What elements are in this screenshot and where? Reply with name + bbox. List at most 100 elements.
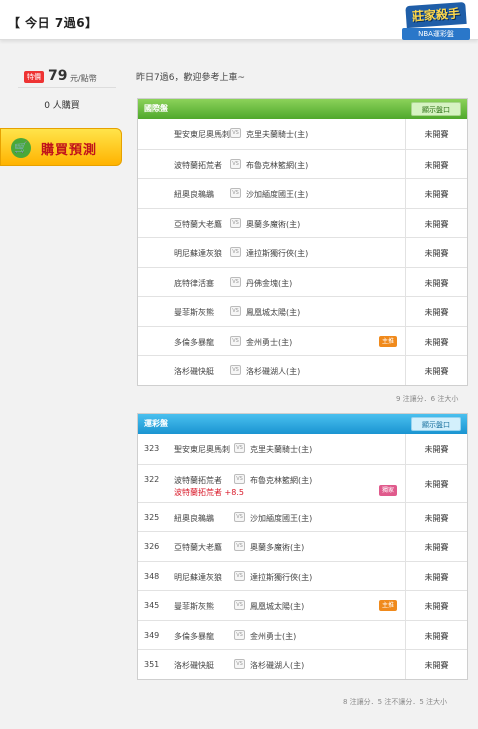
panel-title: 運彩盤 (144, 419, 168, 428)
game-row[interactable]: 326 亞特蘭大老鷹 VS 奧蘭多魔術(主) 未開賽 (138, 531, 467, 561)
home-team: 達拉斯獨行俠(主) (246, 249, 309, 258)
away-team: 洛杉磯快艇 (174, 367, 214, 376)
game-status-cell: 未開賽 (405, 650, 467, 679)
cart-icon: 🛒 (11, 138, 31, 158)
buyer-count: 0 人購買 (44, 101, 80, 111)
away-team: 明尼蘇達灰狼 (174, 249, 222, 258)
matchup-cell: 多倫多暴龍 VS 金州勇士(主) 主推 (138, 327, 405, 356)
home-team: 克里夫蘭騎士(主) (246, 130, 309, 139)
vs-icon: VS (234, 629, 245, 640)
game-row[interactable]: 322 波特蘭拓荒者 VS 布魯克林籃網(主) 波特蘭拓荒者 +8.5 獨家 未開賽 (138, 463, 467, 502)
matchup-cell: 明尼蘇達灰狼 VS 達拉斯獨行俠(主) (138, 238, 405, 267)
game-status-cell: 未開賽 (405, 591, 467, 620)
game-status: 未開賽 (424, 367, 449, 376)
game-number: 323 (144, 444, 160, 453)
game-number: 351 (144, 660, 160, 669)
game-status-cell: 未開賽 (405, 434, 467, 464)
matchup-cell: 波特蘭拓荒者 VS 布魯克林籃網(主) (138, 150, 405, 179)
matchup-cell: 325 紐奧良鵜鶘 VS 沙加緬度國王(主) (138, 503, 405, 532)
game-status: 未開賽 (424, 249, 449, 258)
game-row[interactable]: 波特蘭拓荒者 VS 布魯克林籃網(主) 未開賽 (138, 148, 467, 179)
show-odds-button[interactable]: 顯示盤口 (411, 417, 461, 431)
home-team: 金州勇士(主) (246, 337, 293, 347)
game-row[interactable]: 聖安東尼奧馬刺 VS 克里夫蘭騎士(主) 未開賽 (138, 119, 467, 149)
matchup-cell: 349 多倫多暴龍 VS 金州勇士(主) (138, 621, 405, 650)
home-team: 布魯克林籃網(主) (246, 160, 309, 170)
vs-icon: VS (230, 128, 241, 138)
game-row[interactable]: 洛杉磯快艇 VS 洛杉磯湖人(主) 未開賽 (138, 355, 467, 385)
matchup-cell: 底特律活塞 VS 丹佛金塊(主) (138, 268, 405, 297)
game-number: 348 (144, 571, 160, 581)
game-number: 326 (144, 542, 160, 551)
vs-icon: VS (230, 276, 241, 287)
welcome-message: 昨日7過6，歡迎參考上車~ (136, 73, 245, 83)
away-team: 紐奧良鵜鶘 (174, 513, 214, 523)
buy-prediction-button[interactable]: 🛒 購買預測 (0, 128, 122, 166)
game-status: 未開賽 (424, 445, 449, 454)
vs-icon: VS (234, 511, 245, 522)
matchup-cell: 洛杉磯快艇 VS 洛杉磯湖人(主) (138, 356, 405, 385)
game-row[interactable]: 345 曼菲斯灰熊 VS 鳳凰城太陽(主) 主推 未開賽 (138, 590, 467, 620)
page-title: 【 今日 7過6】 (8, 16, 98, 30)
game-status: 未開賽 (424, 337, 449, 347)
logo-sub-text: NBA運彩盤 (402, 28, 470, 40)
game-status-cell: 未開賽 (405, 464, 467, 502)
purchase-sidebar: 特價 79 元/點幣 0 人購買 🛒 購買預測 (0, 62, 124, 166)
game-row[interactable]: 紐奧良鵜鶘 VS 沙加緬度國王(主) 未開賽 (138, 178, 467, 208)
price-row: 特價 79 元/點幣 (18, 62, 116, 88)
game-status-cell: 未開賽 (405, 326, 467, 355)
away-team: 曼菲斯灰熊 (174, 602, 214, 611)
brand-logo: 莊家殺手 NBA運彩盤 (402, 1, 470, 46)
vs-icon: VS (230, 188, 241, 198)
away-team: 聖安東尼奧馬刺 (174, 130, 230, 139)
panel-header: 運彩盤 顯示盤口 (138, 414, 467, 434)
game-status-cell: 未開賽 (405, 208, 467, 237)
game-row[interactable]: 325 紐奧良鵜鶘 VS 沙加緬度國王(主) 未開賽 (138, 501, 467, 532)
away-team: 多倫多暴龍 (174, 337, 214, 347)
game-status: 未開賽 (424, 661, 449, 670)
game-row[interactable]: 351 洛杉磯快艇 VS 洛杉磯湖人(主) 未開賽 (138, 649, 467, 679)
game-status-cell: 未開賽 (405, 238, 467, 267)
game-row[interactable]: 亞特蘭大老鷹 VS 奧蘭多魔術(主) 未開賽 (138, 207, 467, 237)
game-status: 未開賽 (424, 513, 449, 523)
game-status-cell: 未開賽 (405, 561, 467, 590)
game-status-cell: 未開賽 (405, 620, 467, 649)
home-team: 丹佛金塊(主) (246, 278, 293, 288)
away-team: 亞特蘭大老鷹 (174, 219, 222, 229)
price-unit: 元/點幣 (70, 74, 97, 83)
away-team: 亞特蘭大老鷹 (174, 543, 222, 552)
matchup-cell: 323 聖安東尼奧馬刺 VS 克里夫蘭騎士(主) (138, 434, 405, 464)
matchup-cell: 326 亞特蘭大老鷹 VS 奧蘭多魔術(主) (138, 532, 405, 561)
away-team: 曼菲斯灰熊 (174, 308, 214, 317)
game-number: 325 (144, 512, 160, 522)
game-row[interactable]: 349 多倫多暴龍 VS 金州勇士(主) 未開賽 (138, 619, 467, 650)
show-odds-button[interactable]: 顯示盤口 (411, 102, 461, 116)
game-row[interactable]: 明尼蘇達灰狼 VS 達拉斯獨行俠(主) 未開賽 (138, 237, 467, 267)
price-value: 79 (48, 68, 68, 84)
game-status-cell: 未開賽 (405, 119, 467, 149)
vs-icon: VS (234, 570, 245, 581)
game-number: 345 (144, 601, 160, 610)
panel1-footer: 9 注讓分．6 注大小 (396, 395, 459, 403)
vs-icon: VS (234, 600, 245, 610)
home-team: 布魯克林籃網(主) (250, 475, 313, 485)
panel-header: 國際盤 顯示盤口 (138, 99, 467, 119)
vs-icon: VS (234, 541, 245, 551)
game-status: 未開賽 (424, 308, 449, 317)
away-team: 聖安東尼奧馬刺 (174, 445, 230, 454)
game-status: 未開賽 (424, 130, 449, 139)
game-row[interactable]: 曼菲斯灰熊 VS 鳳凰城太陽(主) 未開賽 (138, 296, 467, 326)
vs-icon: VS (230, 217, 241, 228)
matchup-cell: 345 曼菲斯灰熊 VS 鳳凰城太陽(主) 主推 (138, 591, 405, 620)
vs-icon: VS (234, 659, 245, 669)
vs-icon: VS (230, 335, 241, 346)
vs-icon: VS (230, 365, 241, 375)
away-team: 洛杉磯快艇 (174, 661, 214, 670)
game-row[interactable]: 348 明尼蘇達灰狼 VS 達拉斯獨行俠(主) 未開賽 (138, 560, 467, 590)
game-row[interactable]: 323 聖安東尼奧馬刺 VS 克里夫蘭騎士(主) 未開賽 (138, 434, 467, 464)
game-row[interactable]: 多倫多暴龍 VS 金州勇士(主) 主推 未開賽 (138, 325, 467, 356)
game-number: 349 (144, 630, 160, 640)
top-bar: 【 今日 7過6】 莊家殺手 NBA運彩盤 (0, 0, 478, 40)
away-team: 紐奧良鵜鶘 (174, 190, 214, 199)
game-row[interactable]: 底特律活塞 VS 丹佛金塊(主) 未開賽 (138, 266, 467, 297)
